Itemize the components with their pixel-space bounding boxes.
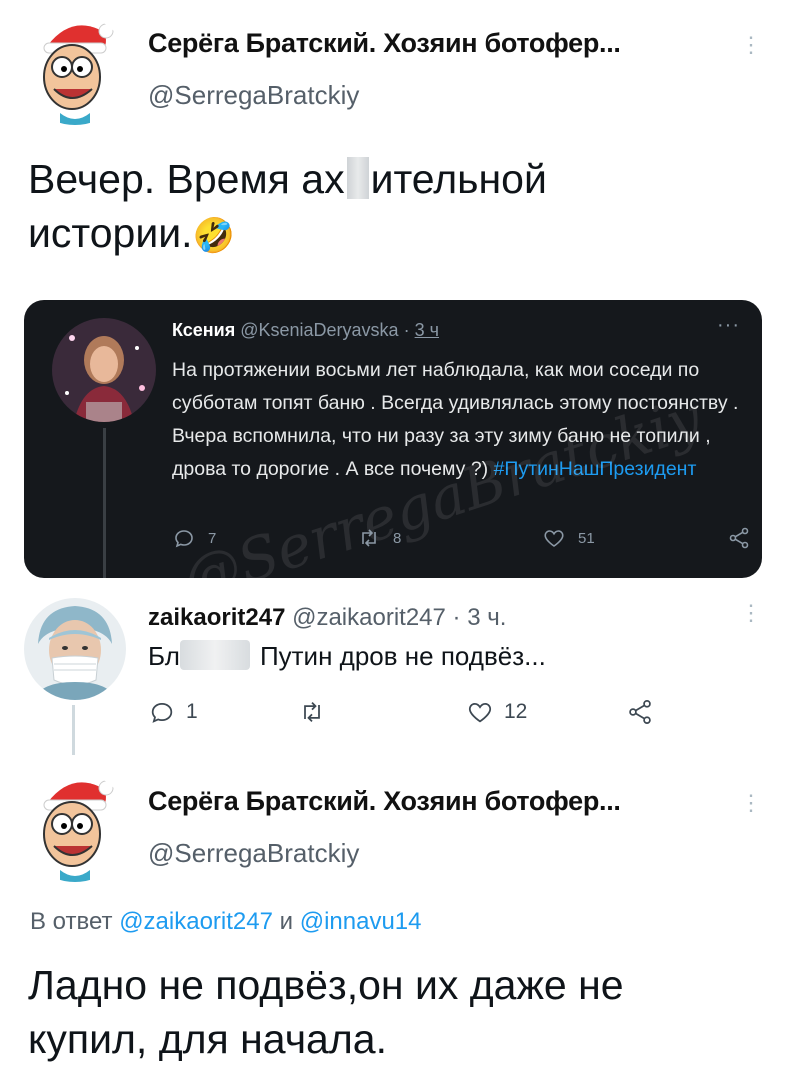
share-button[interactable] — [727, 526, 751, 550]
tweet-text: Вечер. Время ах ительной истории.🤣 — [28, 152, 768, 263]
author-name[interactable]: Серёга Братский. Хозяин ботофер... — [148, 786, 621, 817]
censor-mark — [346, 157, 369, 199]
like-count: 51 — [578, 529, 595, 547]
retweet-icon — [304, 702, 320, 722]
more-vertical-icon[interactable]: ⋮ — [740, 792, 762, 814]
more-vertical-icon[interactable]: ⋮ — [740, 602, 762, 624]
reply-button[interactable]: 7 — [172, 526, 216, 550]
reply-action-bar: 1 12 — [148, 698, 688, 732]
share-icon — [629, 700, 651, 724]
quoted-timestamp[interactable]: 3 ч — [415, 320, 439, 340]
like-icon — [544, 530, 564, 547]
tweet-text-part1: Вечер. Время ах — [28, 156, 345, 202]
thread-connector-line — [72, 705, 75, 755]
thread-line — [103, 428, 106, 578]
share-icon — [729, 527, 749, 549]
reply-count: 7 — [208, 529, 217, 547]
author-avatar[interactable] — [20, 15, 130, 125]
cartoon-avatar-image — [20, 772, 130, 882]
cartoon-avatar-image — [20, 15, 130, 125]
quoted-header: Ксения @KseniaDeryavska · 3 ч — [172, 320, 439, 341]
answer-text-line1: Ладно не подвёз,он их даже не — [28, 962, 624, 1008]
retweet-button[interactable] — [298, 698, 336, 726]
separator-dot: · — [452, 604, 461, 631]
retweet-icon — [362, 529, 376, 547]
retweet-button[interactable]: 8 — [357, 526, 401, 550]
author-avatar[interactable] — [20, 772, 130, 882]
replying-to-conjunction: и — [279, 908, 294, 935]
reply-count: 1 — [186, 700, 198, 723]
more-horizontal-icon[interactable]: ··· — [717, 314, 740, 337]
quoted-action-bar: 7 8 51 — [172, 526, 752, 556]
mention-link[interactable]: @innavu14 — [300, 908, 422, 935]
like-count: 12 — [504, 700, 528, 723]
tweet-text-part2: ительной — [370, 156, 547, 202]
retweet-count: 8 — [393, 529, 402, 547]
replying-to: В ответ @zaikaorit247 и @innavu14 — [30, 908, 422, 936]
tweet-text-line2: истории. — [28, 210, 193, 256]
quoted-tweet-card[interactable]: Ксения @KseniaDeryavska · 3 ч ··· На про… — [24, 300, 762, 578]
like-icon — [468, 702, 492, 723]
separator-dot: · — [403, 320, 410, 340]
censor-mark — [179, 640, 250, 670]
reply-author-name[interactable]: zaikaorit247 — [148, 604, 285, 631]
reply-button[interactable]: 1 — [148, 698, 198, 726]
author-name[interactable]: Серёга Братский. Хозяин ботофер... — [148, 28, 621, 59]
reply-author-avatar[interactable] — [24, 598, 126, 700]
reply-icon — [151, 702, 173, 723]
quoted-author-handle[interactable]: @KseniaDeryavska — [240, 320, 398, 340]
quoted-author-avatar[interactable] — [52, 318, 156, 422]
like-button[interactable]: 12 — [466, 698, 527, 726]
reply-timestamp[interactable]: 3 ч. — [467, 604, 506, 631]
answer-text: Ладно не подвёз,он их даже не купил, для… — [28, 958, 768, 1066]
reply-header: zaikaorit247 @zaikaorit247 · 3 ч. — [148, 604, 506, 632]
reply-text: Бл Путин дров не подвёз... — [148, 640, 546, 672]
replying-to-label: В ответ — [30, 908, 113, 935]
like-button[interactable]: 51 — [542, 526, 595, 550]
mention-link[interactable]: @zaikaorit247 — [119, 908, 273, 935]
more-vertical-icon[interactable]: ⋮ — [740, 34, 762, 56]
author-handle[interactable]: @SerregaBratckiy — [148, 838, 359, 869]
reply-icon — [175, 530, 193, 548]
share-button[interactable] — [626, 698, 654, 726]
photo-avatar-image — [52, 318, 156, 422]
rofl-emoji-icon: 🤣 — [192, 216, 235, 256]
reply-author-handle[interactable]: @zaikaorit247 — [292, 604, 446, 631]
reply-text-prefix: Бл — [148, 641, 180, 671]
answer-text-line2: купил, для начала. — [28, 1016, 387, 1062]
quoted-author-name[interactable]: Ксения — [172, 320, 235, 340]
author-handle[interactable]: @SerregaBratckiy — [148, 80, 359, 111]
reply-text-body: Путин дров не подвёз... — [259, 641, 546, 671]
masked-person-avatar-image — [24, 598, 126, 700]
